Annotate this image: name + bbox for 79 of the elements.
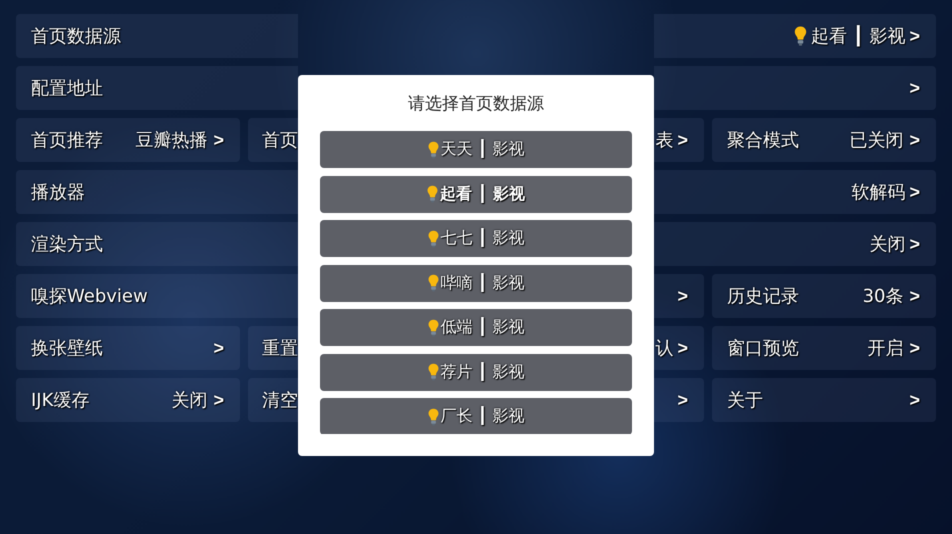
chevron: > <box>213 130 224 150</box>
setting-label: 配置地址 <box>31 77 103 100</box>
setting-label: 嗅探Webview <box>31 285 148 308</box>
setting-tile[interactable]: > <box>654 274 704 318</box>
chevron: > <box>677 390 688 410</box>
chevron: > <box>677 130 688 150</box>
source-option[interactable]: 荐片 ┃ 影视 <box>320 354 632 390</box>
setting-tile[interactable]: 嗅探Webview <box>16 274 298 318</box>
source-option[interactable]: 起看 ┃ 影视 <box>320 176 632 212</box>
setting-value: 关闭 <box>171 389 208 412</box>
setting-label: 播放器 <box>31 181 85 204</box>
lightbulb-icon <box>794 26 808 46</box>
setting-label: 窗口预览 <box>727 337 799 360</box>
chevron: > <box>909 338 920 358</box>
setting-tile[interactable]: 软解码 > <box>654 170 936 214</box>
source-option[interactable]: 低端 ┃ 影视 <box>320 309 632 346</box>
setting-value: 30条 <box>862 285 904 308</box>
setting-tile[interactable]: 窗口预览 开启 > <box>712 326 936 370</box>
setting-tile[interactable]: 配置地址 <box>16 66 298 110</box>
chevron: > <box>909 390 920 410</box>
lightbulb-icon <box>428 140 439 158</box>
chevron: > <box>213 338 224 358</box>
lightbulb-icon <box>428 318 439 336</box>
setting-tile[interactable]: 首页数据源 <box>16 14 298 58</box>
setting-tile[interactable]: IJK缓存 关闭 > <box>16 378 240 422</box>
setting-label: 首页数据源 <box>31 25 121 48</box>
setting-tile[interactable]: > <box>654 378 704 422</box>
setting-tile[interactable]: 表 > <box>654 118 704 162</box>
setting-label: IJK缓存 <box>31 389 90 412</box>
chevron: > <box>909 182 920 202</box>
setting-label: 首页 <box>262 129 298 152</box>
setting-tile[interactable]: > <box>654 66 936 110</box>
setting-tile[interactable]: 渲染方式 <box>16 222 298 266</box>
setting-label: 关于 <box>727 389 763 412</box>
setting-value: 已关闭 <box>849 129 904 152</box>
chevron: > <box>909 130 920 150</box>
setting-label: 历史记录 <box>727 285 799 308</box>
setting-label: 首页推荐 <box>31 129 103 152</box>
setting-value: 认 <box>655 337 674 360</box>
setting-tile[interactable]: 清空 <box>248 378 298 422</box>
setting-label: 清空 <box>262 389 298 412</box>
setting-value: 起看 ┃ 影视 <box>811 24 906 48</box>
setting-label: 聚合模式 <box>727 129 799 152</box>
setting-value: 豆瓣热播 <box>135 129 208 152</box>
chevron: > <box>909 78 920 98</box>
setting-tile[interactable]: 起看 ┃ 影视 > <box>654 14 936 58</box>
chevron: > <box>909 26 920 46</box>
chevron: > <box>909 234 920 254</box>
setting-tile[interactable]: 重置 <box>248 326 298 370</box>
setting-value: 开启 <box>867 337 904 360</box>
lightbulb-icon <box>428 274 439 292</box>
source-option[interactable]: 天天 ┃ 影视 <box>320 131 632 168</box>
chevron: > <box>213 390 224 410</box>
source-option[interactable]: 哔嘀 ┃ 影视 <box>320 264 632 302</box>
setting-tile[interactable]: 播放器 <box>16 170 298 214</box>
setting-value: 软解码 <box>851 181 906 204</box>
setting-value: 表 <box>655 129 674 152</box>
dialog-title: 请选择首页数据源 <box>408 92 544 114</box>
setting-tile[interactable]: 首页 <box>248 118 298 162</box>
chevron: > <box>677 338 688 358</box>
lightbulb-icon <box>428 408 439 426</box>
setting-tile[interactable]: 首页推荐 豆瓣热播 > <box>16 118 240 162</box>
source-option[interactable]: 七七 ┃ 影视 <box>320 220 632 257</box>
setting-tile[interactable]: 关于 > <box>712 378 936 422</box>
lightbulb-icon <box>428 363 439 381</box>
setting-label: 渲染方式 <box>31 233 103 256</box>
chevron: > <box>677 286 688 306</box>
setting-label: 换张壁纸 <box>31 337 103 360</box>
setting-label: 重置 <box>262 337 298 360</box>
lightbulb-icon <box>427 185 438 203</box>
setting-tile[interactable]: 关闭 > <box>654 222 936 266</box>
source-option[interactable]: 厂长 ┃ 影视 <box>320 398 632 434</box>
setting-tile[interactable]: 聚合模式 已关闭 > <box>712 118 936 162</box>
setting-tile[interactable]: 历史记录 30条 > <box>712 274 936 318</box>
setting-tile[interactable]: 认 > <box>654 326 704 370</box>
setting-tile[interactable]: 换张壁纸 > <box>16 326 240 370</box>
setting-value: 关闭 <box>869 233 906 256</box>
lightbulb-icon <box>428 230 439 248</box>
chevron: > <box>909 286 920 306</box>
